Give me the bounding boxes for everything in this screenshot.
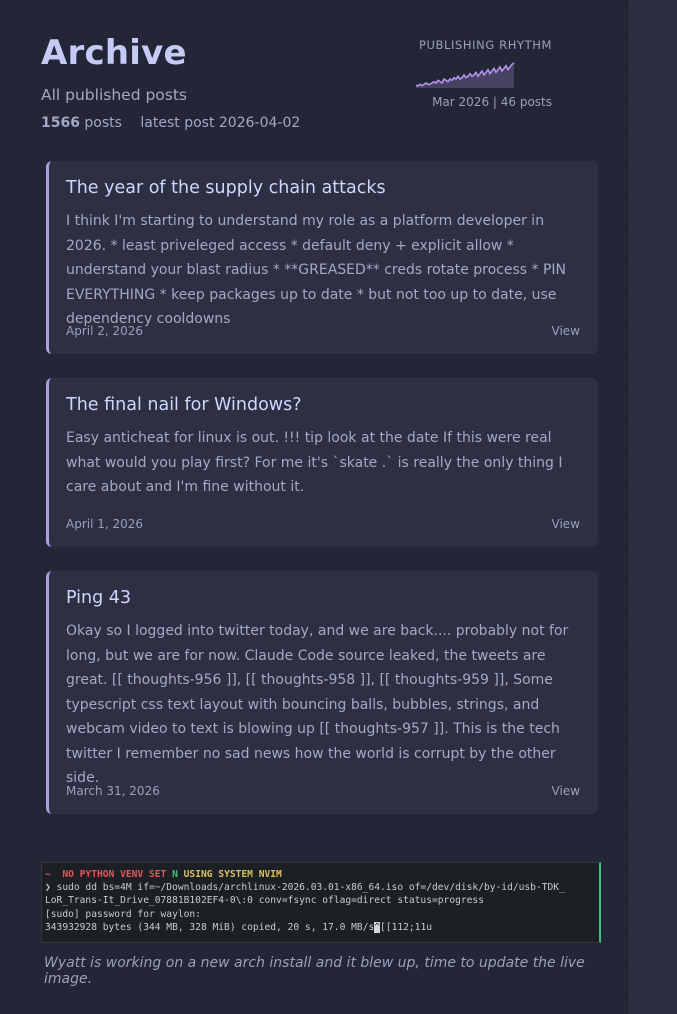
- post-excerpt: Easy anticheat for linux is out. !!! tip…: [66, 430, 563, 495]
- view-link[interactable]: View: [552, 324, 580, 338]
- post-card[interactable]: The year of the supply chain attacks I t…: [46, 161, 598, 354]
- post-date: April 2, 2026: [66, 324, 144, 338]
- post-date: March 31, 2026: [66, 784, 160, 798]
- latest-post-label: latest post 2026-04-02: [140, 115, 301, 131]
- terminal-line: [sudo] password for waylon:: [45, 908, 201, 920]
- page-title: Archive: [41, 33, 187, 73]
- terminal-screenshot: ~ NO PYTHON VENV SET N USING SYSTEM NVIM…: [41, 862, 601, 943]
- archive-stats: 1566 posts latest post 2026-04-02: [41, 115, 300, 131]
- view-link[interactable]: View: [552, 517, 580, 531]
- view-link[interactable]: View: [552, 784, 580, 798]
- nvim-status: USING SYSTEM NVIM: [183, 869, 282, 880]
- rhythm-meta: Mar 2026 | 46 posts: [432, 95, 552, 109]
- post-excerpt: I think I'm starting to understand my ro…: [66, 213, 567, 327]
- terminal-line-tail: [[112;11u: [380, 921, 432, 933]
- post-card[interactable]: The final nail for Windows? Easy antiche…: [46, 378, 598, 547]
- rhythm-label: PUBLISHING RHYTHM: [418, 38, 552, 52]
- venv-warning: ~ NO PYTHON VENV SET: [45, 869, 173, 880]
- post-date: April 1, 2026: [66, 517, 144, 531]
- publishing-rhythm: PUBLISHING RHYTHM Mar 2026 | 46 posts: [402, 38, 552, 109]
- page-subtitle: All published posts: [41, 86, 188, 104]
- terminal-line: 343932928 bytes (344 MB, 328 MiB) copied…: [45, 921, 375, 933]
- post-excerpt: Okay so I logged into twitter today, and…: [66, 623, 569, 786]
- post-count-label: posts: [84, 115, 122, 131]
- post-title[interactable]: Ping 43: [66, 585, 580, 611]
- post-title[interactable]: The final nail for Windows?: [66, 392, 580, 418]
- rhythm-sparkline: [416, 62, 515, 88]
- image-caption: Wyatt is working on a new arch install a…: [44, 955, 585, 987]
- terminal-line: LoR_Trans-It_Drive_07881B102EF4-0\:0 con…: [45, 895, 484, 907]
- archive-panel: Archive All published posts 1566 posts l…: [0, 0, 628, 1014]
- post-count: 1566: [41, 115, 80, 131]
- post-card[interactable]: Ping 43 Okay so I logged into twitter to…: [46, 571, 598, 814]
- post-title[interactable]: The year of the supply chain attacks: [66, 175, 580, 201]
- nvim-icon: N: [172, 869, 178, 880]
- terminal-line: ❯ sudo dd bs=4M if=~/Downloads/archlinux…: [45, 882, 565, 894]
